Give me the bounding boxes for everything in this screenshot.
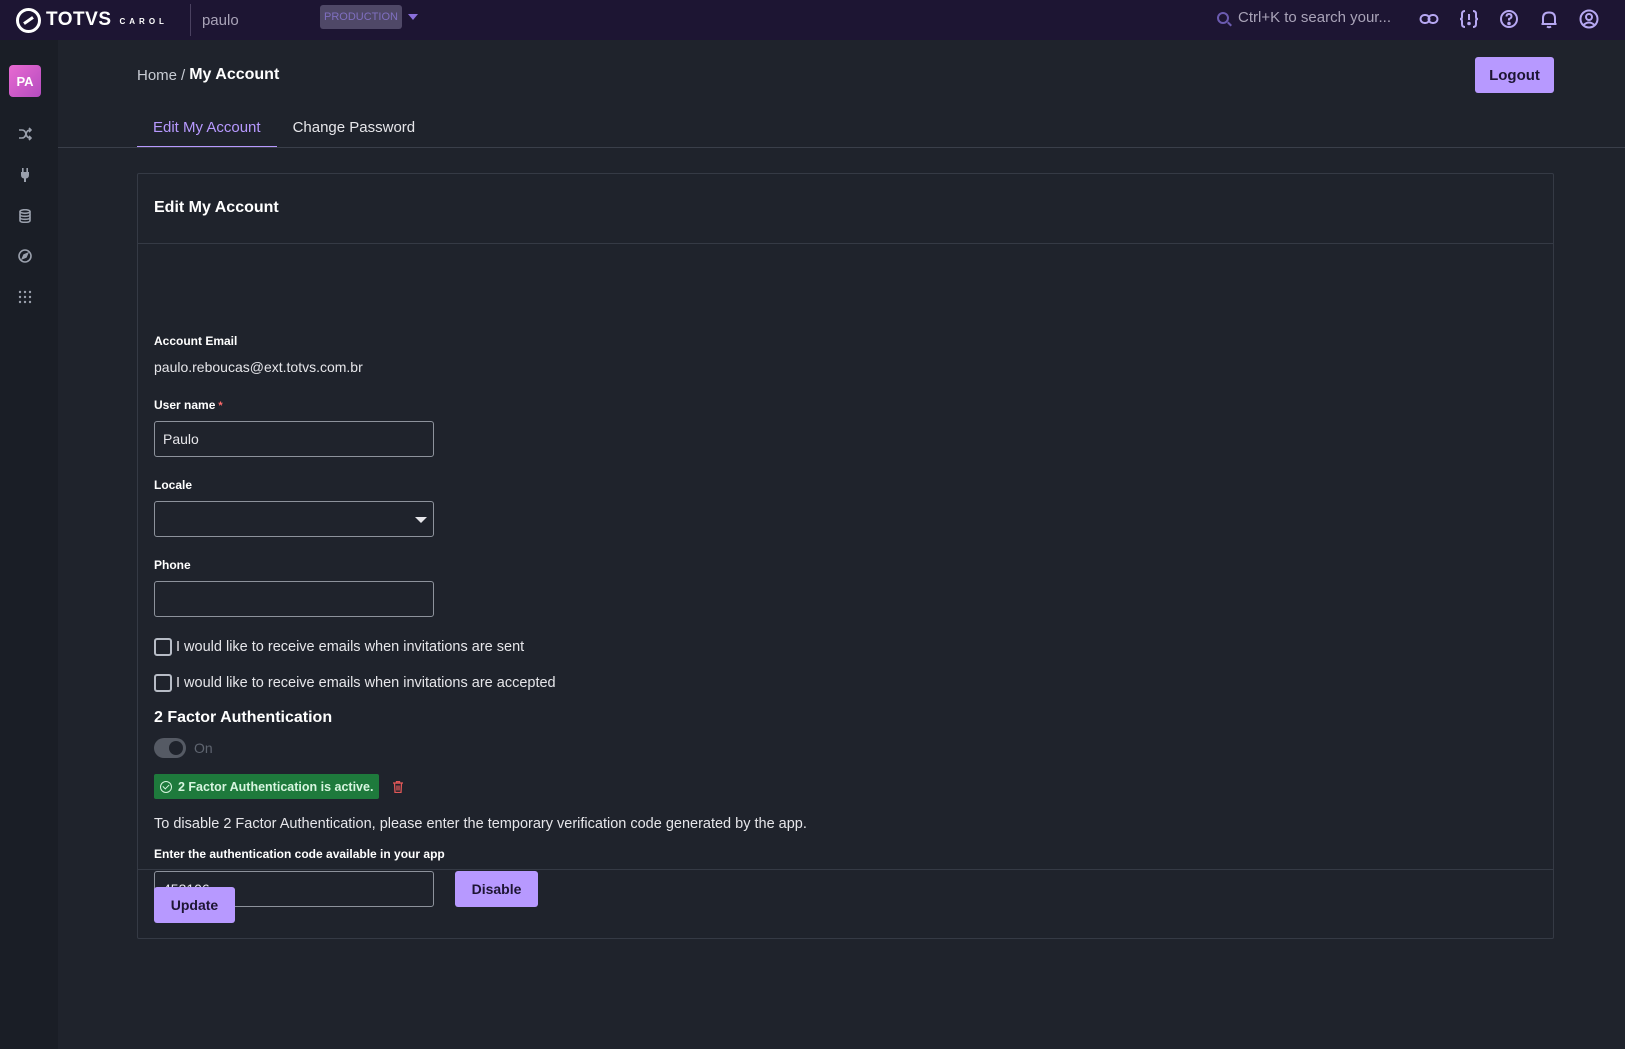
auth-code-label: Enter the authentication code available … xyxy=(154,847,445,861)
page-title: My Account xyxy=(189,66,280,83)
update-button[interactable]: Update xyxy=(154,887,235,923)
twofa-toggle-label: On xyxy=(194,740,213,756)
logo-subtext: CAROL xyxy=(119,16,168,26)
username-label: User name * xyxy=(154,398,223,412)
breadcrumb: Home / My Account xyxy=(137,66,279,84)
phone-label: Phone xyxy=(154,558,191,572)
account-email-label: Account Email xyxy=(154,334,238,348)
bell-icon[interactable] xyxy=(1538,8,1560,30)
invitations-sent-label[interactable]: I would like to receive emails when invi… xyxy=(176,639,524,655)
shuffle-icon[interactable] xyxy=(16,125,34,143)
invitations-sent-checkbox[interactable] xyxy=(154,638,172,656)
chevron-down-icon[interactable] xyxy=(415,517,427,523)
breadcrumb-separator: / xyxy=(181,66,186,84)
card-title: Edit My Account xyxy=(154,199,279,216)
logo[interactable]: TOTVS CAROL xyxy=(16,0,168,40)
code-braces-icon[interactable] xyxy=(1458,8,1480,30)
tab-edit-my-account[interactable]: Edit My Account xyxy=(137,106,277,148)
locale-label: Locale xyxy=(154,478,193,492)
phone-input[interactable] xyxy=(154,581,434,617)
search-input[interactable] xyxy=(1238,9,1398,26)
database-icon[interactable] xyxy=(16,207,34,225)
card-body: Account Email paulo.reboucas@ext.totvs.c… xyxy=(138,244,1553,907)
locale-select[interactable] xyxy=(154,501,434,537)
topbar-divider xyxy=(189,4,191,36)
twofa-status-text: 2 Factor Authentication is active. xyxy=(178,779,374,794)
link-icon[interactable] xyxy=(1418,8,1440,30)
environment-badge[interactable]: PRODUCTION xyxy=(320,5,402,29)
invitations-accepted-checkbox[interactable] xyxy=(154,674,172,692)
logo-mark-icon xyxy=(16,7,41,33)
twofa-heading: 2 Factor Authentication xyxy=(154,709,333,726)
logo-text: TOTVS xyxy=(46,9,112,30)
tab-change-password[interactable]: Change Password xyxy=(277,106,432,148)
checkbox-row-invitations-accepted[interactable]: I would like to receive emails when invi… xyxy=(154,674,556,692)
twofa-status-badge: 2 Factor Authentication is active. xyxy=(154,774,380,799)
breadcrumb-home-link[interactable]: Home xyxy=(137,67,177,84)
username-input[interactable] xyxy=(154,421,434,457)
logout-button[interactable]: Logout xyxy=(1475,57,1554,93)
twofa-help-text: To disable 2 Factor Authentication, plea… xyxy=(154,816,807,832)
invitations-accepted-label[interactable]: I would like to receive emails when invi… xyxy=(176,675,556,691)
compass-icon[interactable] xyxy=(16,247,34,265)
avatar[interactable]: PA xyxy=(9,65,41,97)
checkbox-row-invitations-sent[interactable]: I would like to receive emails when invi… xyxy=(154,638,524,656)
card-footer: Update xyxy=(138,869,1553,939)
twofa-toggle-row: On xyxy=(154,738,213,758)
global-search[interactable] xyxy=(1217,9,1398,26)
check-circle-icon xyxy=(160,780,172,793)
user-circle-icon[interactable] xyxy=(1578,8,1600,30)
apps-grid-icon[interactable] xyxy=(16,288,34,306)
twofa-toggle[interactable] xyxy=(154,738,186,758)
search-icon xyxy=(1217,11,1229,24)
username-label-text: User name xyxy=(154,398,216,412)
sidebar: PA xyxy=(0,40,58,1049)
card-header: Edit My Account xyxy=(138,174,1553,244)
tab-bar: Edit My Account Change Password xyxy=(137,106,431,148)
tenant-name[interactable]: paulo xyxy=(202,12,239,29)
toggle-knob xyxy=(169,741,183,755)
plug-icon[interactable] xyxy=(16,166,34,184)
help-icon[interactable] xyxy=(1498,8,1520,30)
trash-icon[interactable] xyxy=(393,781,403,793)
required-mark: * xyxy=(218,400,223,412)
edit-account-card: Edit My Account Account Email paulo.rebo… xyxy=(137,173,1554,939)
environment-dropdown-icon[interactable] xyxy=(408,14,418,20)
account-email-value: paulo.reboucas@ext.totvs.com.br xyxy=(154,359,363,375)
tabs-divider xyxy=(58,147,1625,148)
